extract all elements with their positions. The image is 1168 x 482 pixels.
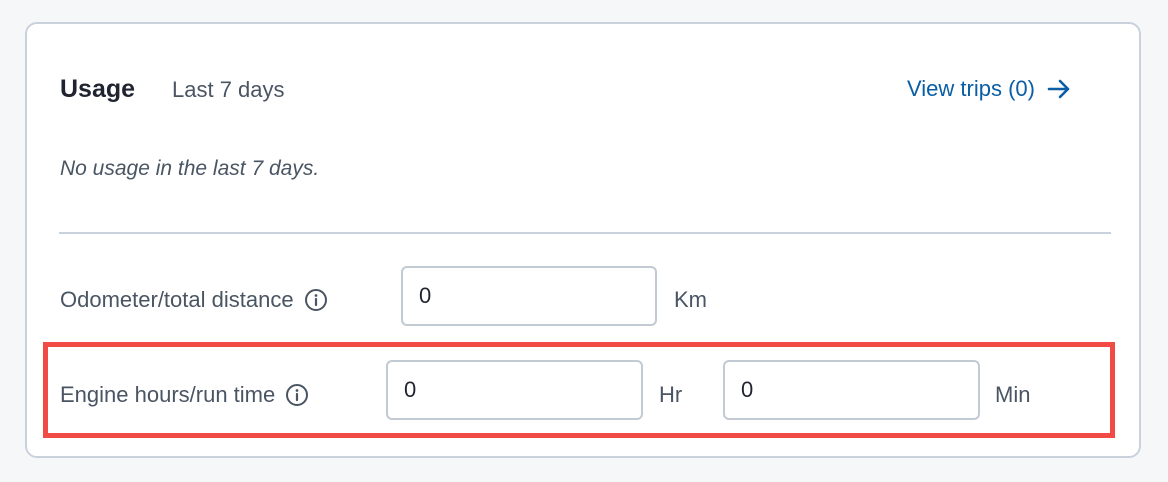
odometer-label: Odometer/total distance bbox=[60, 287, 294, 312]
view-trips-label: View trips (0) bbox=[907, 76, 1035, 101]
odometer-label-group: Odometer/total distance bbox=[60, 287, 328, 313]
odometer-input[interactable] bbox=[401, 266, 657, 326]
divider bbox=[59, 232, 1111, 234]
arrow-right-icon bbox=[1047, 79, 1071, 99]
engine-hours-unit: Hr bbox=[659, 382, 683, 407]
usage-period: Last 7 days bbox=[172, 77, 285, 102]
engine-label-group: Engine hours/run time bbox=[60, 382, 309, 408]
view-trips-link[interactable]: View trips (0) bbox=[907, 76, 1071, 102]
empty-usage-message: No usage in the last 7 days. bbox=[60, 157, 320, 180]
engine-minutes-input[interactable] bbox=[723, 360, 980, 420]
usage-title: Usage bbox=[60, 75, 136, 103]
engine-hours-label: Engine hours/run time bbox=[60, 382, 276, 407]
engine-minutes-unit: Min bbox=[995, 382, 1031, 407]
odometer-unit: Km bbox=[674, 287, 707, 312]
info-icon[interactable] bbox=[285, 383, 309, 407]
engine-hours-input[interactable] bbox=[386, 360, 643, 420]
info-icon[interactable] bbox=[304, 288, 328, 312]
usage-card: Usage Last 7 days View trips (0) No usag… bbox=[25, 22, 1141, 458]
